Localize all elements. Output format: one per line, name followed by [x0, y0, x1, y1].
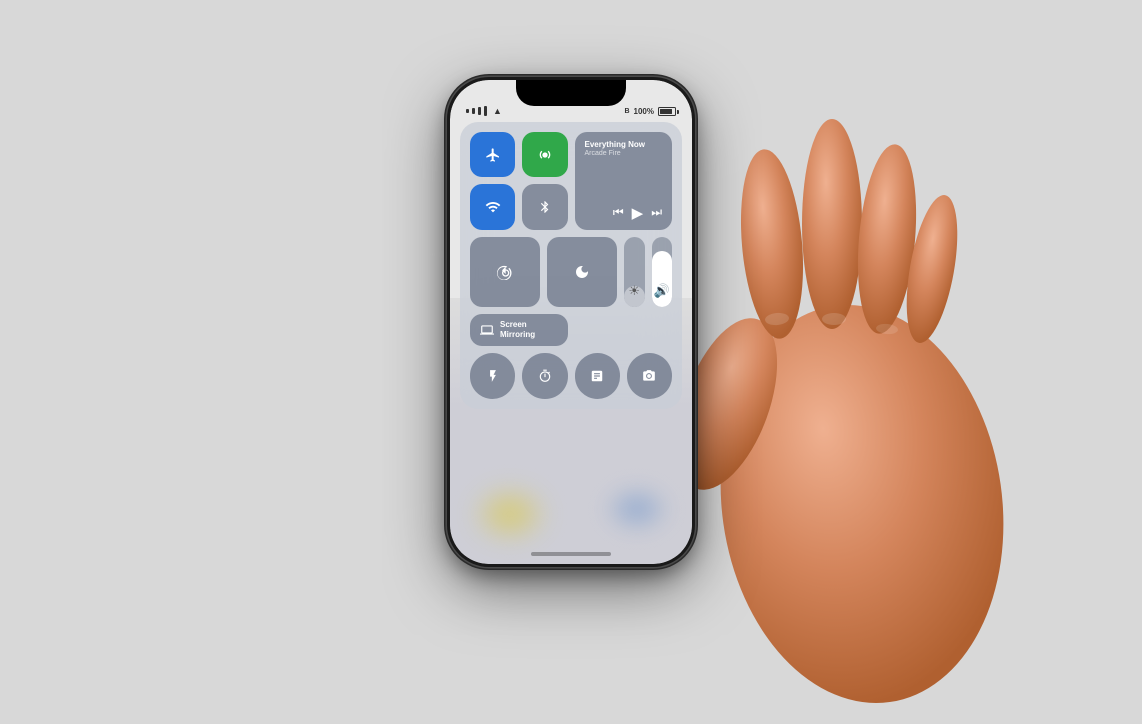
signal-bar-3 — [478, 107, 481, 115]
control-center: Everything Now Arcade Fire ⏮ ▶ ⏭ — [460, 122, 682, 409]
flashlight-icon — [486, 369, 500, 383]
music-info: Everything Now Arcade Fire — [585, 140, 663, 157]
lock-rotation-icon — [497, 264, 513, 280]
brightness-slider[interactable]: ☀ — [624, 237, 645, 307]
wifi-button[interactable] — [470, 184, 515, 229]
bluetooth-button[interactable] — [522, 184, 567, 229]
calculator-button[interactable] — [575, 353, 620, 398]
battery-fill — [660, 109, 672, 114]
camera-icon — [642, 369, 656, 383]
cellular-button[interactable] — [522, 132, 567, 177]
wallpaper-blue-blur — [602, 484, 672, 534]
timer-icon — [538, 369, 552, 383]
flashlight-button[interactable] — [470, 353, 515, 398]
wifi-status-icon: ▲ — [493, 106, 502, 116]
wifi-icon — [485, 199, 501, 215]
status-right: B 100% — [624, 107, 676, 116]
wallpaper-yellow-blur — [470, 484, 550, 544]
moon-icon — [574, 264, 590, 280]
iphone-frame: ▲ B 100% — [447, 77, 695, 567]
calculator-icon — [590, 369, 604, 383]
battery-icon — [658, 107, 676, 116]
music-artist: Arcade Fire — [585, 150, 663, 157]
play-button[interactable]: ▶ — [632, 204, 644, 222]
music-player[interactable]: Everything Now Arcade Fire ⏮ ▶ ⏭ — [575, 132, 673, 230]
notch — [516, 80, 626, 106]
music-controls: ⏮ ▶ ⏭ — [585, 204, 663, 222]
cc-bottom-row — [470, 353, 672, 398]
cc-screen-row: Screen Mirroring — [470, 314, 672, 347]
battery-percent: 100% — [634, 107, 654, 116]
screen-mirror-icon — [480, 323, 494, 337]
cc-connectivity-grid — [470, 132, 568, 230]
airplane-mode-button[interactable] — [470, 132, 515, 177]
airplane-icon — [485, 147, 501, 163]
signal-bar-2 — [472, 108, 475, 114]
rewind-button[interactable]: ⏮ — [613, 205, 624, 220]
signal-bar-1 — [466, 109, 469, 113]
fast-forward-button[interactable]: ⏭ — [651, 205, 662, 220]
screen-mirroring-button[interactable]: Screen Mirroring — [470, 314, 568, 347]
cc-top-row: Everything Now Arcade Fire ⏮ ▶ ⏭ — [470, 132, 672, 230]
volume-slider[interactable]: 🔊 — [652, 237, 673, 307]
do-not-disturb-button[interactable] — [547, 237, 617, 307]
home-bar — [531, 552, 611, 556]
volume-icon: 🔊 — [654, 283, 670, 299]
orientation-lock-button[interactable] — [470, 237, 540, 307]
status-left: ▲ — [466, 106, 502, 116]
timer-button[interactable] — [522, 353, 567, 398]
music-title: Everything Now — [585, 140, 663, 150]
iphone-screen: ▲ B 100% — [450, 80, 692, 564]
bluetooth-icon — [538, 199, 552, 215]
cellular-icon — [537, 147, 553, 163]
camera-button[interactable] — [627, 353, 672, 398]
brightness-icon: ☀ — [628, 283, 640, 299]
signal-bar-4 — [484, 106, 487, 116]
bluetooth-indicator: B — [624, 108, 629, 115]
iphone-inner: ▲ B 100% — [450, 80, 692, 564]
screen-mirror-label: Screen Mirroring — [500, 320, 535, 341]
scene: ▲ B 100% — [0, 0, 1142, 644]
cc-middle-row: ☀ 🔊 — [470, 237, 672, 307]
